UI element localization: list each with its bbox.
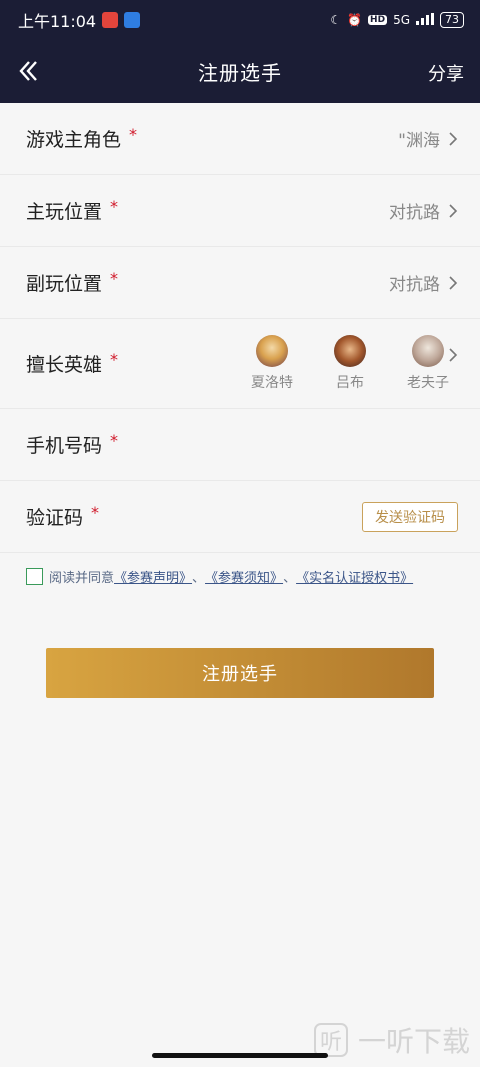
main-position-row[interactable]: 主玩位置 * 对抗路 xyxy=(0,175,480,247)
app-notification-icon-2 xyxy=(124,12,141,28)
register-button[interactable]: 注册选手 xyxy=(46,648,434,698)
hero-item[interactable]: 吕布 xyxy=(326,335,374,392)
alarm-icon: ⏰ xyxy=(347,13,363,27)
agreement-link-declaration[interactable]: 《参赛声明》 xyxy=(114,567,192,586)
agreement-prefix: 阅读并同意 xyxy=(49,571,115,586)
hero-name: 老夫子 xyxy=(407,375,449,391)
network-label: 5G xyxy=(393,13,410,27)
game-role-value-wrap: "渊海 xyxy=(398,126,458,151)
required-mark: * xyxy=(110,197,119,216)
secondary-position-label: 副玩位置 xyxy=(26,273,103,295)
required-mark: * xyxy=(129,125,138,144)
agreement: 阅读并同意 《参赛声明》 、 《参赛须知》 、 《实名认证授权书》 xyxy=(26,567,413,586)
agreement-link-authorization[interactable]: 《实名认证授权书》 xyxy=(296,567,413,586)
app-notification-icon xyxy=(102,12,119,28)
secondary-position-value-wrap: 对抗路 xyxy=(389,270,458,295)
home-indicator[interactable] xyxy=(152,1053,328,1058)
status-time: 上午11:04 xyxy=(18,12,97,31)
secondary-position-row[interactable]: 副玩位置 * 对抗路 xyxy=(0,247,480,319)
hero-name: 夏洛特 xyxy=(251,375,293,391)
code-row: 验证码 * 发送验证码 xyxy=(0,481,480,553)
game-role-label: 游戏主角色 xyxy=(26,129,122,151)
main-position-value: 对抗路 xyxy=(389,203,440,223)
code-label: 验证码 xyxy=(26,507,84,529)
chevron-right-icon xyxy=(449,203,458,218)
top-nav-bar: 注册选手 分享 xyxy=(0,40,480,103)
hero-list: 夏洛特 吕布 老夫子 xyxy=(248,335,452,392)
send-code-button[interactable]: 发送验证码 xyxy=(362,501,458,532)
heroes-row[interactable]: 擅长英雄 * 夏洛特 吕布 老夫子 xyxy=(0,319,480,409)
status-left: 上午11:04 xyxy=(18,8,141,32)
signal-icon xyxy=(416,12,434,28)
watermark: 听 一听下载 xyxy=(313,1020,470,1060)
page-title: 注册选手 xyxy=(198,61,282,85)
required-mark: * xyxy=(110,269,119,288)
hero-name: 吕布 xyxy=(336,375,364,391)
phone-label: 手机号码 xyxy=(26,435,103,457)
status-right: ☾ ⏰ HD 5G 73 xyxy=(330,12,464,28)
heroes-label: 擅长英雄 xyxy=(26,354,103,376)
moon-icon: ☾ xyxy=(330,13,342,27)
hero-item[interactable]: 老夫子 xyxy=(404,335,452,392)
back-button[interactable] xyxy=(18,58,44,84)
main-position-value-wrap: 对抗路 xyxy=(389,198,458,223)
hero-avatar xyxy=(334,335,366,367)
share-button[interactable]: 分享 xyxy=(428,60,464,86)
secondary-position-value: 对抗路 xyxy=(389,275,440,295)
hd-icon: HD xyxy=(368,15,388,25)
main-position-label: 主玩位置 xyxy=(26,201,103,223)
required-mark: * xyxy=(91,503,100,522)
phone-row[interactable]: 手机号码 * xyxy=(0,409,480,481)
agreement-separator: 、 xyxy=(192,571,206,586)
watermark-logo-icon: 听 xyxy=(313,1023,348,1057)
chevron-right-icon xyxy=(449,275,458,290)
hero-item[interactable]: 夏洛特 xyxy=(248,335,296,392)
required-mark: * xyxy=(110,431,119,450)
agree-checkbox[interactable] xyxy=(26,568,43,585)
chevron-right-icon xyxy=(449,348,458,362)
status-bar: 上午11:04 ☾ ⏰ HD 5G 73 xyxy=(0,0,480,40)
chevron-right-icon xyxy=(449,131,458,146)
required-mark: * xyxy=(110,350,119,369)
registration-form: 游戏主角色 * "渊海 主玩位置 * 对抗路 副玩位置 * 对抗路 擅长英雄 *… xyxy=(0,103,480,553)
game-role-row[interactable]: 游戏主角色 * "渊海 xyxy=(0,103,480,175)
hero-avatar xyxy=(412,335,444,367)
double-chevron-left-icon xyxy=(19,61,37,81)
game-role-value: "渊海 xyxy=(398,131,440,151)
agreement-separator: 、 xyxy=(283,571,297,586)
agreement-link-notice[interactable]: 《参赛须知》 xyxy=(205,567,283,586)
battery-icon: 73 xyxy=(440,12,464,28)
watermark-text: 一听下载 xyxy=(357,1025,470,1058)
hero-avatar xyxy=(256,335,288,367)
